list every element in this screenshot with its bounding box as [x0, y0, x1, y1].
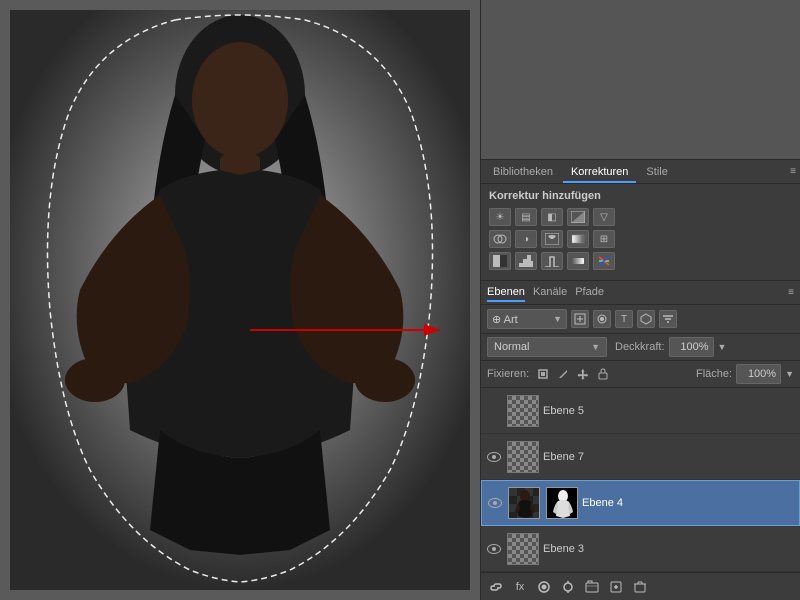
blend-mode-value: Normal — [494, 341, 529, 353]
eye-icon-ebene3 — [487, 544, 501, 554]
korrekturen-icons-row1: ☀ ▤ ◧ ▽ — [489, 208, 792, 226]
ebenen-controls-row: ⊕ Art ▼ T — [481, 305, 800, 334]
layer-visibility-ebene7[interactable] — [485, 448, 503, 466]
threshold-icon[interactable] — [541, 252, 563, 270]
hsl-icon[interactable] — [489, 230, 511, 248]
layer-name-ebene5: Ebene 5 — [543, 405, 796, 417]
ebenen-tabs-row: Ebenen Kanäle Pfade ≡ — [481, 281, 800, 305]
layer-visibility-ebene5[interactable] — [485, 402, 503, 420]
delete-layer-icon[interactable] — [631, 578, 649, 596]
layer-name-ebene7: Ebene 7 — [543, 451, 796, 463]
add-mask-icon[interactable] — [535, 578, 553, 596]
layers-bottom-toolbar: fx — [481, 572, 800, 600]
layer-item-ebene5[interactable]: Ebene 5 — [481, 388, 800, 434]
fix-brush-icon[interactable] — [555, 366, 571, 382]
smartobject-icon[interactable] — [637, 310, 655, 328]
layer-thumb-ebene3 — [507, 533, 539, 565]
colorbalance-icon[interactable]: ◑ — [515, 230, 537, 248]
fixieren-row: Fixieren: Fläche: ▼ — [481, 361, 800, 388]
link-layers-icon[interactable] — [487, 578, 505, 596]
channel-mixer-icon[interactable] — [593, 252, 615, 270]
tab-stile[interactable]: Stile — [638, 161, 675, 183]
deckkraft-chevron-icon: ▼ — [718, 342, 727, 352]
korrekturen-icons-row3 — [489, 252, 792, 270]
tab-korrekturen[interactable]: Korrekturen — [563, 161, 636, 183]
canvas-area — [0, 0, 480, 600]
blend-mode-dropdown[interactable]: Normal ▼ — [487, 337, 607, 357]
korrekturen-icons-row2: ◑ ⊞ — [489, 230, 792, 248]
app-window: Bibliotheken Korrekturen Stile ≡ Korrekt… — [0, 0, 800, 600]
layer-item-ebene3[interactable]: Ebene 3 — [481, 526, 800, 572]
blend-mode-row: Normal ▼ Deckkraft: ▼ — [481, 334, 800, 361]
create-new-layer-icon[interactable] — [571, 310, 589, 328]
layer-name-ebene4: Ebene 4 — [582, 497, 795, 509]
exposure-icon[interactable] — [567, 208, 589, 226]
tab-ebenen[interactable]: Ebenen — [487, 284, 525, 302]
bw-icon[interactable] — [541, 230, 563, 248]
layer-item-ebene4[interactable]: Ebene 4 — [481, 480, 800, 526]
fix-move-icon[interactable] — [575, 366, 591, 382]
right-panel: Bibliotheken Korrekturen Stile ≡ Korrekt… — [480, 0, 800, 600]
gradient-icon[interactable] — [567, 230, 589, 248]
posterize-icon[interactable] — [515, 252, 537, 270]
art-label: ⊕ Art — [492, 313, 518, 326]
fix-pixel-icon[interactable] — [535, 366, 551, 382]
canvas — [10, 10, 470, 590]
adjustments-icon[interactable] — [559, 578, 577, 596]
layers-list: Ebene 5 Ebene 7 — [481, 388, 800, 572]
filter-icon[interactable] — [659, 310, 677, 328]
flache-chevron-icon: ▼ — [785, 369, 794, 379]
invert-icon[interactable] — [489, 252, 511, 270]
mask-icon[interactable] — [593, 310, 611, 328]
fix-lock-icon[interactable] — [595, 366, 611, 382]
layer-visibility-ebene4[interactable] — [486, 494, 504, 512]
selective-color-icon[interactable]: ⊞ — [593, 230, 615, 248]
layer-mask-ebene4 — [546, 487, 578, 519]
art-chevron-icon: ▼ — [553, 314, 562, 324]
panel-tabs-row: Bibliotheken Korrekturen Stile ≡ — [481, 160, 800, 184]
panel-collapse-button[interactable]: ≡ — [790, 166, 796, 177]
new-layer-icon[interactable] — [607, 578, 625, 596]
layer-name-ebene3: Ebene 3 — [543, 543, 796, 555]
vibrance-icon[interactable]: ▽ — [593, 208, 615, 226]
person-silhouette — [10, 10, 470, 590]
layer-thumb-ebene5 — [507, 395, 539, 427]
flache-label: Fläche: — [696, 368, 732, 380]
tab-bibliotheken[interactable]: Bibliotheken — [485, 161, 561, 183]
fixieren-label: Fixieren: — [487, 368, 529, 380]
text-tool-icon[interactable]: T — [615, 310, 633, 328]
eye-icon-ebene4 — [488, 498, 502, 508]
layer-thumb-ebene4 — [508, 487, 540, 519]
layer-item-ebene7[interactable]: Ebene 7 — [481, 434, 800, 480]
levels-icon[interactable]: ▤ — [515, 208, 537, 226]
layer-style-icon[interactable]: fx — [511, 578, 529, 596]
deckkraft-input[interactable] — [669, 337, 714, 357]
art-dropdown[interactable]: ⊕ Art ▼ — [487, 309, 567, 329]
panel-top-area — [481, 0, 800, 160]
brightness-icon[interactable]: ☀ — [489, 208, 511, 226]
blend-mode-chevron-icon: ▼ — [591, 342, 600, 352]
korrekturen-title: Korrektur hinzufügen — [489, 190, 792, 202]
korrekturen-panel: Korrektur hinzufügen ☀ ▤ ◧ ▽ — [481, 184, 800, 281]
gradient-map-icon[interactable] — [567, 252, 589, 270]
layer-thumb-ebene7 — [507, 441, 539, 473]
flache-input[interactable] — [736, 364, 781, 384]
deckkraft-label: Deckkraft: — [615, 341, 665, 353]
layer-visibility-ebene3[interactable] — [485, 540, 503, 558]
tab-pfade[interactable]: Pfade — [575, 284, 604, 302]
curves-icon[interactable]: ◧ — [541, 208, 563, 226]
new-group-icon[interactable] — [583, 578, 601, 596]
tab-kanale[interactable]: Kanäle — [533, 284, 567, 302]
ebenen-panel-collapse[interactable]: ≡ — [788, 287, 794, 298]
eye-icon-ebene7 — [487, 452, 501, 462]
